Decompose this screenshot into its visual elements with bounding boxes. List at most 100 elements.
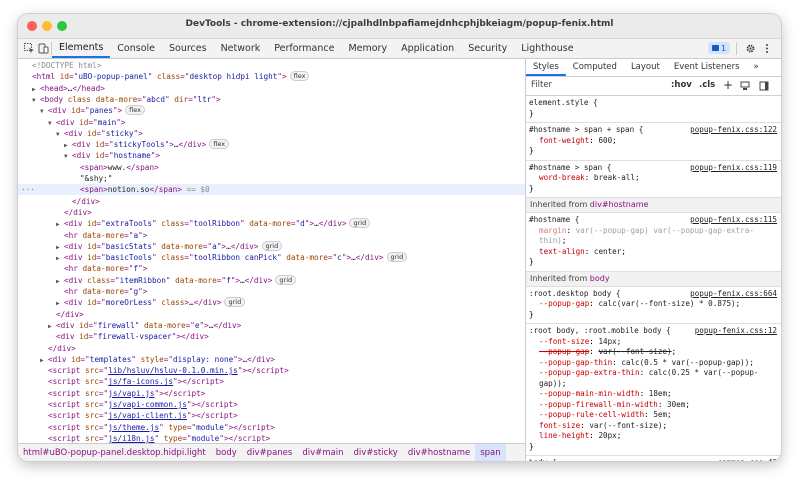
dom-node[interactable]: ▼ <div id="panes"> flex bbox=[18, 105, 525, 116]
tab-security[interactable]: Security bbox=[461, 39, 514, 58]
dom-node[interactable]: <script src="js/vapi.js"></script> bbox=[18, 388, 525, 399]
node-actions-icon[interactable]: ··· bbox=[21, 184, 35, 195]
css-declaration[interactable]: } bbox=[529, 146, 778, 157]
dom-node[interactable]: ▼ <div id="main"> bbox=[18, 117, 525, 128]
dom-node[interactable]: ▶ <div id="moreOrLess" class>…</div> grid bbox=[18, 297, 525, 308]
tab-lighthouse[interactable]: Lighthouse bbox=[514, 39, 580, 58]
tab-sources[interactable]: Sources bbox=[162, 39, 214, 58]
rule-source-link[interactable]: popup-fenix.css:122 bbox=[690, 125, 777, 136]
css-declaration[interactable]: line-height: 20px; bbox=[529, 431, 778, 442]
css-declaration[interactable]: margin: var(--popup-gap) var(--popup-gap… bbox=[529, 226, 778, 237]
dom-node[interactable]: </div> bbox=[18, 207, 525, 218]
dom-node[interactable]: <hr data-more="g"> bbox=[18, 286, 525, 297]
rule-selector[interactable]: body { bbox=[529, 458, 556, 461]
css-declaration[interactable]: --popup-gap-extra-thin: calc(0.25 * var(… bbox=[529, 368, 778, 379]
dom-node[interactable]: "&shy;" bbox=[18, 173, 525, 184]
elements-tree[interactable]: <!DOCTYPE html> <html id="uBO-popup-panel… bbox=[18, 59, 525, 443]
tab-memory[interactable]: Memory bbox=[341, 39, 394, 58]
computed-sidebar-icon[interactable] bbox=[740, 81, 750, 94]
dom-node[interactable]: <hr data-more="a"> bbox=[18, 230, 525, 241]
css-declaration[interactable]: --popup-firewall-min-width: 30em; bbox=[529, 400, 778, 411]
hover-state-toggle[interactable]: :hov bbox=[671, 80, 692, 90]
css-declaration[interactable]: --font-size: 14px; bbox=[529, 337, 778, 348]
kebab-icon[interactable] bbox=[759, 39, 775, 58]
css-declaration[interactable]: } bbox=[529, 109, 778, 120]
more-tabs-button[interactable]: » bbox=[747, 59, 766, 76]
class-toggle[interactable]: .cls bbox=[699, 80, 715, 90]
rule-source-link[interactable]: popup-fenix.css:664 bbox=[690, 289, 777, 300]
rule-source-link[interactable]: popup-fenix.css:115 bbox=[690, 215, 777, 226]
dom-node[interactable]: </div> bbox=[18, 196, 525, 207]
style-rule[interactable]: element.style {} bbox=[526, 96, 781, 123]
subtab-styles[interactable]: Styles bbox=[526, 59, 566, 76]
dom-node[interactable]: <script src="js/fa-icons.js"></script> bbox=[18, 376, 525, 387]
dom-node-selected[interactable]: ··· <span>notion.so</span> == $0 bbox=[18, 184, 525, 196]
css-declaration[interactable]: word-break: break-all; bbox=[529, 173, 778, 184]
style-rule[interactable]: #hostname {popup-fenix.css:115 margin: va… bbox=[526, 213, 781, 272]
dom-node[interactable]: <script src="js/vapi-common.js"></script… bbox=[18, 399, 525, 410]
style-rule[interactable]: body {common.css:43background-color: var… bbox=[526, 456, 781, 461]
subtab-computed[interactable]: Computed bbox=[566, 59, 624, 76]
tab-performance[interactable]: Performance bbox=[267, 39, 341, 58]
dom-node[interactable]: <script src="js/i18n.js" type="module"><… bbox=[18, 433, 525, 443]
rule-selector[interactable]: :root.desktop body { bbox=[529, 289, 620, 298]
dom-node[interactable]: <script src="js/vapi-client.js"></script… bbox=[18, 410, 525, 421]
dom-node[interactable]: ▶ <div id="firewall" data-more="e">…</div… bbox=[18, 320, 525, 331]
breadcrumb-item[interactable]: div#main bbox=[297, 444, 348, 461]
css-declaration[interactable]: --popup-gap: var(--font-size); bbox=[529, 347, 778, 358]
css-declaration[interactable]: } bbox=[529, 184, 778, 195]
css-declaration[interactable]: } bbox=[529, 442, 778, 453]
css-declaration[interactable]: --popup-rule-cell-width: 5em; bbox=[529, 410, 778, 421]
css-declaration[interactable]: font-size: var(--font-size); bbox=[529, 421, 778, 432]
breadcrumb-item[interactable]: span bbox=[475, 444, 506, 461]
css-declaration[interactable]: --popup-gap: calc(var(--font-size) * 0.8… bbox=[529, 299, 778, 310]
dom-node[interactable]: ▼ <body class data-more="abcd" dir="ltr"> bbox=[18, 94, 525, 105]
breadcrumb-item[interactable]: body bbox=[211, 444, 242, 461]
new-rule-icon[interactable]: + bbox=[723, 78, 733, 92]
gear-icon[interactable] bbox=[742, 39, 758, 58]
rule-selector[interactable]: :root body, :root.mobile body { bbox=[529, 326, 671, 335]
inherited-target-link[interactable]: div#hostname bbox=[590, 200, 649, 209]
breadcrumb-item[interactable]: div#hostname bbox=[403, 444, 475, 461]
breadcrumb-item[interactable]: div#panes bbox=[242, 444, 298, 461]
tab-network[interactable]: Network bbox=[214, 39, 268, 58]
dom-node[interactable]: <span>www.</span> bbox=[18, 162, 525, 173]
dom-node[interactable]: ▶ <div id="extraTools" class="toolRibbon"… bbox=[18, 218, 525, 229]
css-declaration[interactable]: text-align: center; bbox=[529, 247, 778, 258]
style-rule[interactable]: :root.desktop body { popup-fenix.css:664-… bbox=[526, 287, 781, 324]
inherited-target-link[interactable]: body bbox=[590, 274, 610, 283]
dom-node[interactable]: ▶ <div class="itemRibbon" data-more="f">…… bbox=[18, 274, 525, 286]
subtab-layout[interactable]: Layout bbox=[624, 59, 667, 76]
dom-node[interactable]: <!DOCTYPE html> bbox=[18, 60, 525, 71]
style-rule[interactable]: #hostname > span + span {popup-fenix.css… bbox=[526, 123, 781, 161]
rule-source-link[interactable]: common.css:43 bbox=[718, 458, 777, 461]
dom-node[interactable]: <div id="firewall-vspacer"></div> bbox=[18, 331, 525, 342]
tab-console[interactable]: Console bbox=[110, 39, 162, 58]
dom-node[interactable]: <script src="js/theme.js" type="module">… bbox=[18, 422, 525, 433]
tab-elements[interactable]: Elements bbox=[52, 39, 111, 58]
css-declaration[interactable]: gap)); bbox=[529, 379, 778, 390]
dom-node[interactable]: ▶ <div id="stickyTools">…</div> flex bbox=[18, 139, 525, 150]
dom-node[interactable]: ▶ <head>…</head> bbox=[18, 83, 525, 94]
style-rule[interactable]: #hostname > span { popup-fenix.css:119 wor… bbox=[526, 161, 781, 198]
css-declaration[interactable]: --popup-main-min-width: 18em; bbox=[529, 389, 778, 400]
dom-node[interactable]: <script src="lib/hsluv/hsluv-0.1.0.min.j… bbox=[18, 365, 525, 376]
dom-node[interactable]: </div> bbox=[18, 309, 525, 320]
rule-source-link[interactable]: popup-fenix.css:119 bbox=[690, 163, 777, 174]
dom-node[interactable]: ▶ <div id="basicTools" class="toolRibbon … bbox=[18, 252, 525, 263]
dom-node[interactable]: <hr data-more="f"> bbox=[18, 263, 525, 274]
breadcrumb-item[interactable]: div#sticky bbox=[348, 444, 402, 461]
dom-node[interactable]: ▼ <div id="sticky"> bbox=[18, 128, 525, 139]
tab-application[interactable]: Application bbox=[394, 39, 461, 58]
dom-node[interactable]: ▶ <div id="templates" style="display: non… bbox=[18, 354, 525, 365]
css-declaration[interactable]: } bbox=[529, 310, 778, 321]
dom-node[interactable]: </div> bbox=[18, 343, 525, 354]
dom-node[interactable]: ▼ <div id="hostname"> bbox=[18, 150, 525, 161]
rule-source-link[interactable]: popup-fenix.css:12 bbox=[695, 326, 777, 337]
rule-selector[interactable]: #hostname > span { bbox=[529, 163, 611, 172]
css-declaration[interactable]: --popup-gap-thin: calc(0.5 * var(--popup… bbox=[529, 358, 778, 369]
issues-counter-button[interactable]: 1 bbox=[708, 42, 730, 54]
rule-selector[interactable]: element.style { bbox=[529, 98, 598, 107]
breadcrumb-item[interactable]: html#uBO-popup-panel.desktop.hidpi.light bbox=[18, 444, 211, 461]
css-declaration[interactable]: thin); bbox=[529, 236, 778, 247]
